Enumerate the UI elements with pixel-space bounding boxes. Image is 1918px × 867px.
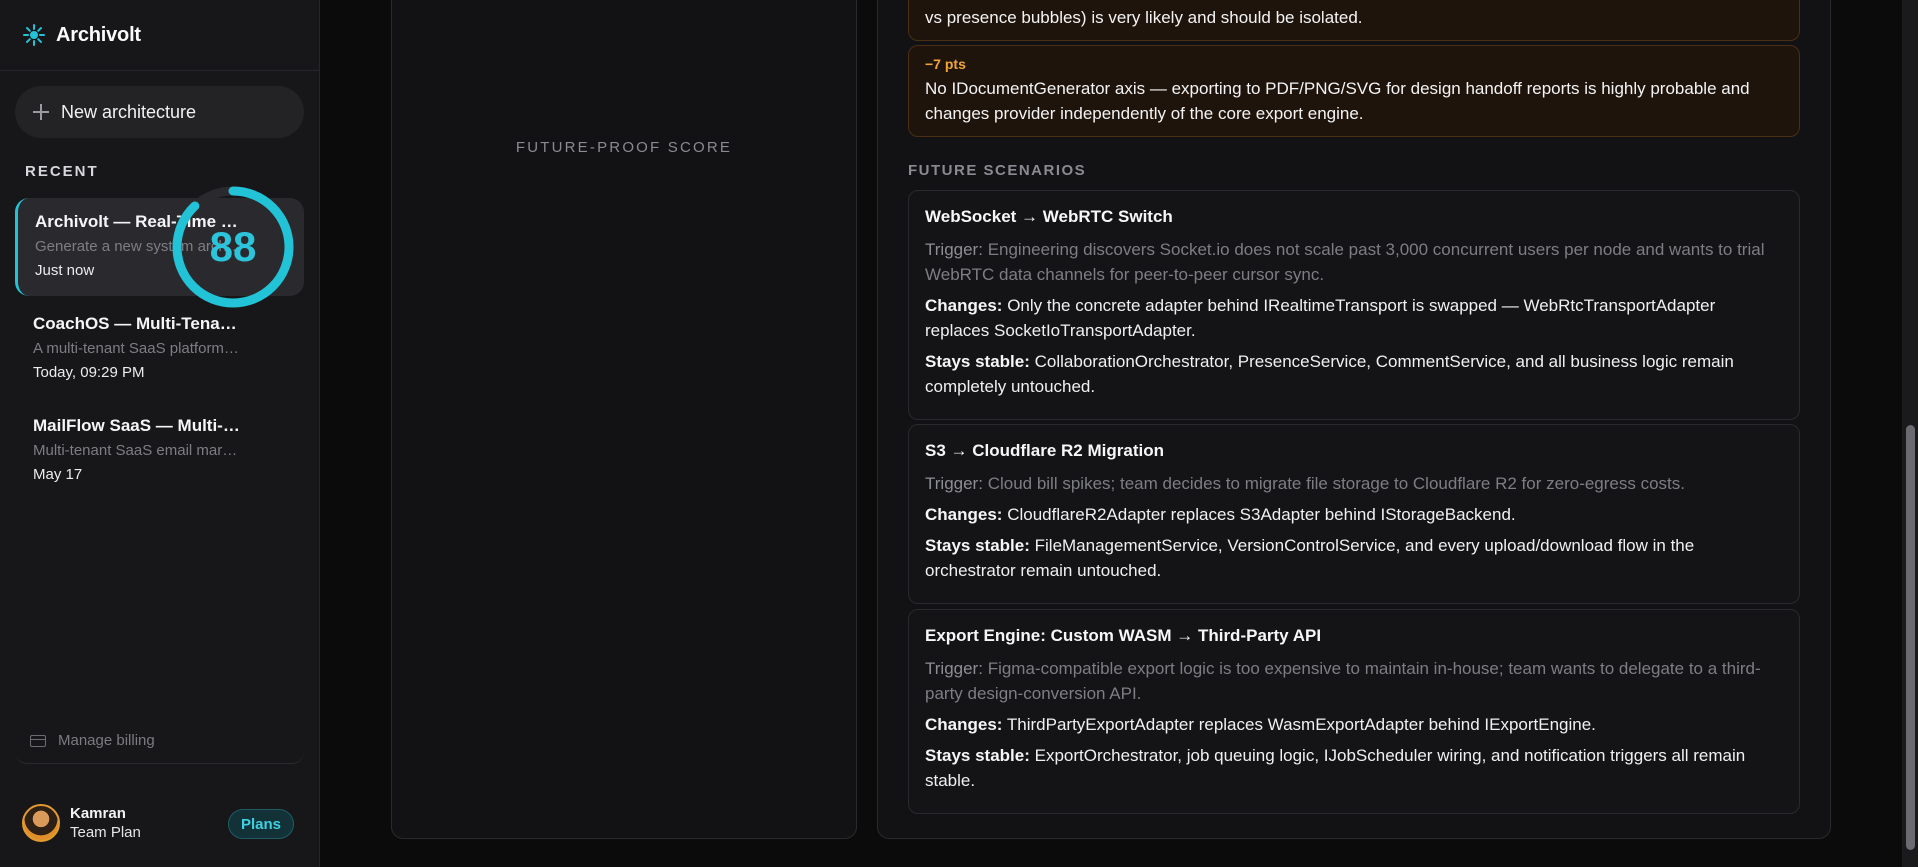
- manage-billing-button[interactable]: Manage billing: [15, 718, 304, 764]
- scenario-changes: Changes: ThirdPartyExportAdapter replace…: [925, 712, 1783, 737]
- scenario-title: S3 → Cloudflare R2 Migration: [925, 441, 1164, 460]
- recent-item-mailflow[interactable]: MailFlow SaaS — Multi-… Multi-tenant Saa…: [15, 402, 304, 500]
- user-plan: Team Plan: [70, 824, 141, 841]
- changes-label: Changes:: [925, 296, 1003, 315]
- plus-icon: [33, 104, 49, 120]
- changes-text: ThirdPartyExportAdapter replaces WasmExp…: [1006, 715, 1596, 734]
- brand-name: Archivolt: [56, 23, 141, 46]
- score-panel: [391, 0, 857, 839]
- plans-button[interactable]: Plans: [228, 809, 294, 839]
- score-label: FUTURE-PROOF SCORE: [515, 139, 733, 156]
- recent-item-time: May 17: [33, 466, 83, 483]
- scenario-card: WebSocket → WebRTC Switch Trigger: Engin…: [908, 190, 1800, 420]
- trigger-label: Trigger:: [925, 240, 983, 259]
- logo-icon: [23, 24, 45, 46]
- avatar: [22, 804, 60, 842]
- trigger-label: Trigger:: [925, 659, 983, 678]
- sidebar: Archivolt New architecture RECENT Archiv…: [0, 0, 320, 867]
- warning-points: −7 pts: [925, 56, 966, 72]
- trigger-text: Figma-compatible export logic is too exp…: [925, 659, 1761, 703]
- scrollbar-thumb[interactable]: [1906, 425, 1915, 850]
- changes-label: Changes:: [925, 505, 1003, 524]
- recent-item-title: MailFlow SaaS — Multi-…: [33, 416, 240, 435]
- scenario-trigger: Trigger: Engineering discovers Socket.io…: [925, 237, 1783, 287]
- stable-label: Stays stable:: [925, 746, 1030, 765]
- scenario-title: WebSocket → WebRTC Switch: [925, 207, 1173, 226]
- scenario-trigger: Trigger: Figma-compatible export logic i…: [925, 656, 1783, 706]
- changes-text: Only the concrete adapter behind IRealti…: [925, 296, 1716, 340]
- stable-label: Stays stable:: [925, 536, 1030, 555]
- scenario-title: Export Engine: Custom WASM → Third-Party…: [925, 626, 1322, 645]
- stable-label: Stays stable:: [925, 352, 1030, 371]
- user-name: Kamran: [70, 805, 126, 822]
- recent-item-subtitle: Multi-tenant SaaS email mar…: [33, 442, 238, 459]
- scenario-trigger: Trigger: Cloud bill spikes; team decides…: [925, 471, 1783, 496]
- warning-text: vs presence bubbles) is very likely and …: [925, 8, 1363, 27]
- scenario-changes: Changes: Only the concrete adapter behin…: [925, 293, 1783, 343]
- changes-text: CloudflareR2Adapter replaces S3Adapter b…: [1007, 505, 1516, 524]
- trigger-label: Trigger:: [925, 474, 983, 493]
- stable-text: FileManagementService, VersionControlSer…: [925, 536, 1695, 580]
- recent-item-coachos[interactable]: CoachOS — Multi-Tena… A multi-tenant Saa…: [15, 300, 304, 398]
- recent-item-time: Today, 09:29 PM: [33, 364, 145, 381]
- divider: [0, 70, 319, 71]
- manage-billing-label: Manage billing: [58, 732, 155, 749]
- credit-card-icon: [30, 734, 46, 747]
- trigger-text: Engineering discovers Socket.io does not…: [925, 240, 1765, 284]
- stable-text: CollaborationOrchestrator, PresenceServi…: [925, 352, 1734, 396]
- brand[interactable]: Archivolt: [22, 21, 141, 49]
- user-profile[interactable]: Kamran Team Plan: [22, 804, 141, 842]
- future-scenarios-heading: FUTURE SCENARIOS: [908, 162, 1087, 179]
- warning-text: No IDocumentGenerator axis — exporting t…: [925, 79, 1750, 123]
- recent-item-title: CoachOS — Multi-Tena…: [33, 314, 237, 333]
- scenario-changes: Changes: CloudflareR2Adapter replaces S3…: [925, 502, 1783, 527]
- scenario-card: Export Engine: Custom WASM → Third-Party…: [908, 609, 1800, 814]
- new-architecture-button[interactable]: New architecture: [15, 86, 304, 138]
- scenario-stable: Stays stable: ExportOrchestrator, job qu…: [925, 743, 1783, 793]
- stable-text: ExportOrchestrator, job queuing logic, I…: [925, 746, 1746, 790]
- recent-item-subtitle: A multi-tenant SaaS platform…: [33, 340, 239, 357]
- trigger-text: Cloud bill spikes; team decides to migra…: [987, 474, 1686, 493]
- scenario-card: S3 → Cloudflare R2 Migration Trigger: Cl…: [908, 424, 1800, 604]
- warning-card: −7 pts No IDocumentGenerator axis — expo…: [908, 45, 1800, 137]
- scenario-stable: Stays stable: CollaborationOrchestrator,…: [925, 349, 1783, 399]
- score-value: 88: [209, 223, 257, 270]
- new-architecture-label: New architecture: [61, 101, 197, 122]
- recent-heading: RECENT: [25, 163, 99, 180]
- changes-label: Changes:: [925, 715, 1003, 734]
- warning-card: vs presence bubbles) is very likely and …: [908, 0, 1800, 41]
- scenario-stable: Stays stable: FileManagementService, Ver…: [925, 533, 1783, 583]
